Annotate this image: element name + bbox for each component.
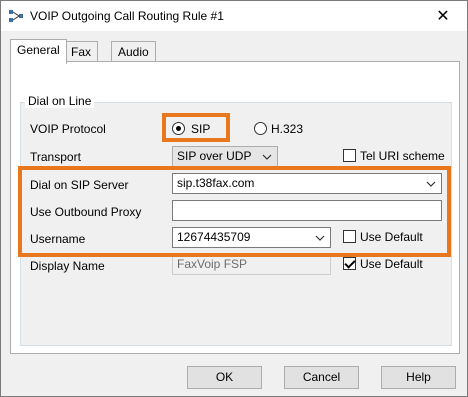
- tab-label: General: [17, 43, 60, 57]
- tab-label: Fax: [71, 45, 92, 59]
- network-routing-icon: [9, 10, 23, 22]
- title-bar[interactable]: VOIP Outgoing Call Routing Rule #1 ✕: [1, 1, 467, 31]
- username-value: 12674435709: [177, 230, 251, 244]
- username-use-default-checkbox[interactable]: [343, 230, 356, 243]
- close-button[interactable]: ✕: [423, 1, 463, 30]
- sip-server-select[interactable]: sip.t38fax.com: [172, 173, 442, 194]
- transport-select[interactable]: SIP over UDP: [172, 146, 278, 167]
- display-name-use-default-label[interactable]: Use Default: [360, 257, 423, 271]
- outbound-proxy-label: Use Outbound Proxy: [30, 205, 142, 219]
- h323-radio-label[interactable]: H.323: [271, 122, 303, 136]
- help-button[interactable]: Help: [381, 366, 456, 389]
- voip-protocol-label: VOIP Protocol: [30, 122, 106, 136]
- chevron-down-icon: [314, 228, 326, 247]
- sip-radio-label[interactable]: SIP: [191, 122, 210, 136]
- dial-sip-server-label: Dial on SIP Server: [30, 178, 129, 192]
- username-use-default-label[interactable]: Use Default: [360, 230, 423, 244]
- display-name-input[interactable]: FaxVoip FSP: [172, 254, 331, 275]
- close-icon: ✕: [436, 7, 450, 25]
- cancel-button[interactable]: Cancel: [284, 366, 359, 389]
- username-label: Username: [30, 232, 86, 246]
- display-name-use-default-checkbox[interactable]: [343, 257, 356, 270]
- tel-uri-checkbox[interactable]: [343, 149, 356, 162]
- display-name-label: Display Name: [30, 259, 105, 273]
- tel-uri-label[interactable]: Tel URI scheme: [360, 149, 445, 163]
- tab-general[interactable]: General: [10, 39, 67, 64]
- tab-label: Audio: [118, 45, 149, 59]
- chevron-down-icon: [261, 147, 273, 166]
- group-title: Dial on Line: [25, 94, 95, 108]
- transport-value: SIP over UDP: [177, 149, 252, 163]
- window-title: VOIP Outgoing Call Routing Rule #1: [30, 9, 224, 23]
- sip-radio[interactable]: [172, 122, 185, 135]
- chevron-down-icon: [425, 174, 437, 193]
- ok-button[interactable]: OK: [187, 366, 262, 389]
- outbound-proxy-input[interactable]: [172, 200, 442, 221]
- sip-server-value: sip.t38fax.com: [177, 176, 255, 190]
- dial-on-line-group: [20, 102, 452, 346]
- tab-audio[interactable]: Audio: [111, 41, 156, 63]
- h323-radio[interactable]: [254, 122, 267, 135]
- username-select[interactable]: 12674435709: [172, 227, 331, 248]
- transport-label: Transport: [30, 150, 81, 164]
- dialog-window: VOIP Outgoing Call Routing Rule #1 ✕ Gen…: [0, 0, 468, 397]
- tab-fax[interactable]: Fax: [64, 41, 99, 63]
